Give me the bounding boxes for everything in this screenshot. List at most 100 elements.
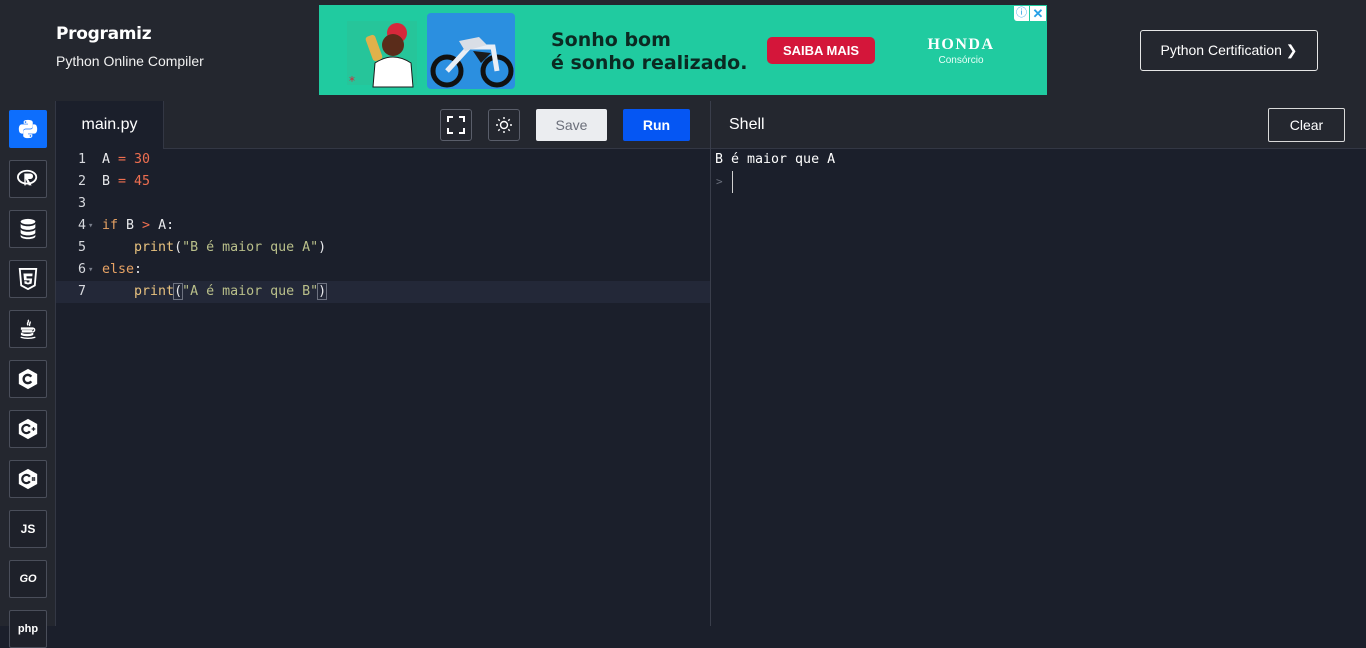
html5-icon (18, 268, 38, 290)
sun-icon (496, 117, 512, 133)
code-token: ) (318, 240, 327, 255)
javascript-language-button[interactable]: JS (9, 510, 47, 548)
ad-close-icon[interactable]: ✕ (1030, 6, 1046, 21)
code-line[interactable]: 1 A = 30 (56, 149, 710, 171)
ad-brand-sub: Consórcio (938, 55, 984, 66)
line-number: 2 (77, 174, 86, 189)
cpp-icon (18, 418, 38, 440)
code-text: print("B é maior que A") (102, 237, 326, 259)
code-token: 45 (134, 174, 151, 189)
python-language-button[interactable] (9, 110, 47, 148)
code-text: if B > A: (102, 215, 174, 237)
code-token: = (118, 174, 127, 189)
python-certification-button[interactable]: Python Certification ❯ (1140, 30, 1318, 71)
code-token: A (102, 152, 119, 167)
clear-button[interactable]: Clear (1268, 108, 1345, 142)
code-token: print (134, 240, 175, 255)
shell-toolbar: Shell Clear (711, 101, 1366, 149)
tab-main-py[interactable]: main.py (56, 101, 164, 149)
code-token: if (102, 218, 119, 233)
code-text: else: (102, 259, 142, 281)
html-language-button[interactable] (9, 260, 47, 298)
editor-toolbar: main.py Save Run (56, 101, 710, 149)
php-language-button[interactable]: php (9, 610, 47, 648)
code-token: print (134, 284, 175, 299)
shell-prompt-icon: > (716, 175, 723, 188)
code-editor[interactable]: 1A = 30 2 B = 45 3 4 ▾ if B > A: 5 print("B é m… (56, 149, 710, 626)
ad-illustration: * (347, 13, 515, 89)
r-icon (17, 169, 38, 186)
shell-cursor (732, 171, 733, 193)
code-token: : (134, 262, 143, 277)
line-number: 5 (77, 240, 86, 255)
theme-toggle-button[interactable] (488, 109, 520, 141)
fullscreen-button[interactable] (440, 109, 472, 141)
r-language-button[interactable] (9, 160, 47, 198)
code-text: B = 45 (102, 171, 150, 193)
python-icon (18, 119, 38, 139)
c-icon (18, 368, 38, 390)
line-number: 1 (77, 152, 86, 167)
code-line[interactable]: 5 print("B é maior que A") (56, 237, 710, 259)
ad-brand: HONDA Consórcio (911, 36, 1011, 66)
ad-headline-line2: é sonho realizado. (551, 52, 748, 74)
code-line[interactable]: 7 print("A é maior que B") (56, 281, 710, 303)
c-language-button[interactable] (9, 360, 47, 398)
go-icon: GO (19, 573, 37, 585)
ad-banner[interactable]: * Sonho bom é sonho realizado. SAIBA MAI… (319, 5, 1047, 95)
java-icon (20, 319, 36, 339)
database-icon (20, 218, 36, 240)
code-token: B (118, 218, 143, 233)
brand[interactable]: Programiz Python Online Compiler (56, 24, 204, 69)
line-number: 6 (77, 262, 86, 277)
csharp-icon (18, 468, 38, 490)
code-token: = (118, 152, 127, 167)
line-number: 3 (77, 196, 86, 211)
code-token: "A é maior que B" (182, 284, 319, 299)
run-button[interactable]: Run (623, 109, 690, 141)
code-token: ) (317, 283, 328, 300)
javascript-icon: JS (20, 522, 36, 536)
code-token: 30 (134, 152, 151, 167)
page-subtitle: Python Online Compiler (56, 53, 204, 69)
fullscreen-icon (447, 116, 465, 134)
fold-arrow-icon[interactable]: ▾ (88, 215, 93, 237)
language-sidebar: JS GO php (0, 101, 56, 648)
sql-language-button[interactable] (9, 210, 47, 248)
shell-output[interactable]: B é maior que A > (711, 149, 1366, 626)
go-language-button[interactable]: GO (9, 560, 47, 598)
line-number: 7 (77, 284, 86, 299)
code-line[interactable]: 2 B = 45 (56, 171, 710, 193)
logo-text: Programiz (56, 24, 152, 44)
code-line[interactable]: 6 ▾ else: (56, 259, 710, 281)
save-button[interactable]: Save (536, 109, 607, 141)
csharp-language-button[interactable] (9, 460, 47, 498)
ad-headline: Sonho bom é sonho realizado. (551, 29, 747, 75)
top-header: Programiz Python Online Compiler * Sonho… (0, 0, 1366, 101)
code-token: > (142, 218, 151, 233)
code-token: A: (150, 218, 175, 233)
code-line[interactable]: 4 ▾ if B > A: (56, 215, 710, 237)
fold-arrow-icon[interactable]: ▾ (88, 259, 93, 281)
ad-brand-name: HONDA (927, 36, 995, 53)
code-text: print("A é maior que B") (102, 281, 328, 303)
shell-title: Shell (729, 116, 765, 133)
cpp-language-button[interactable] (9, 410, 47, 448)
shell-output-line: B é maior que A (715, 152, 836, 167)
code-token: ( (173, 283, 184, 300)
ad-headline-line1: Sonho bom (551, 29, 671, 51)
programiz-logo[interactable]: Programiz (56, 24, 204, 44)
ad-cta-button[interactable]: SAIBA MAIS (767, 37, 875, 64)
code-token: B (102, 174, 119, 189)
java-language-button[interactable] (9, 310, 47, 348)
php-icon: php (17, 623, 39, 635)
ad-info-icon[interactable]: ⓘ (1014, 6, 1029, 21)
code-line[interactable]: 3 (56, 193, 710, 215)
code-token: ( (174, 240, 183, 255)
code-token: else (102, 262, 135, 277)
line-number: 4 (77, 218, 86, 233)
svg-text:*: * (349, 74, 355, 88)
